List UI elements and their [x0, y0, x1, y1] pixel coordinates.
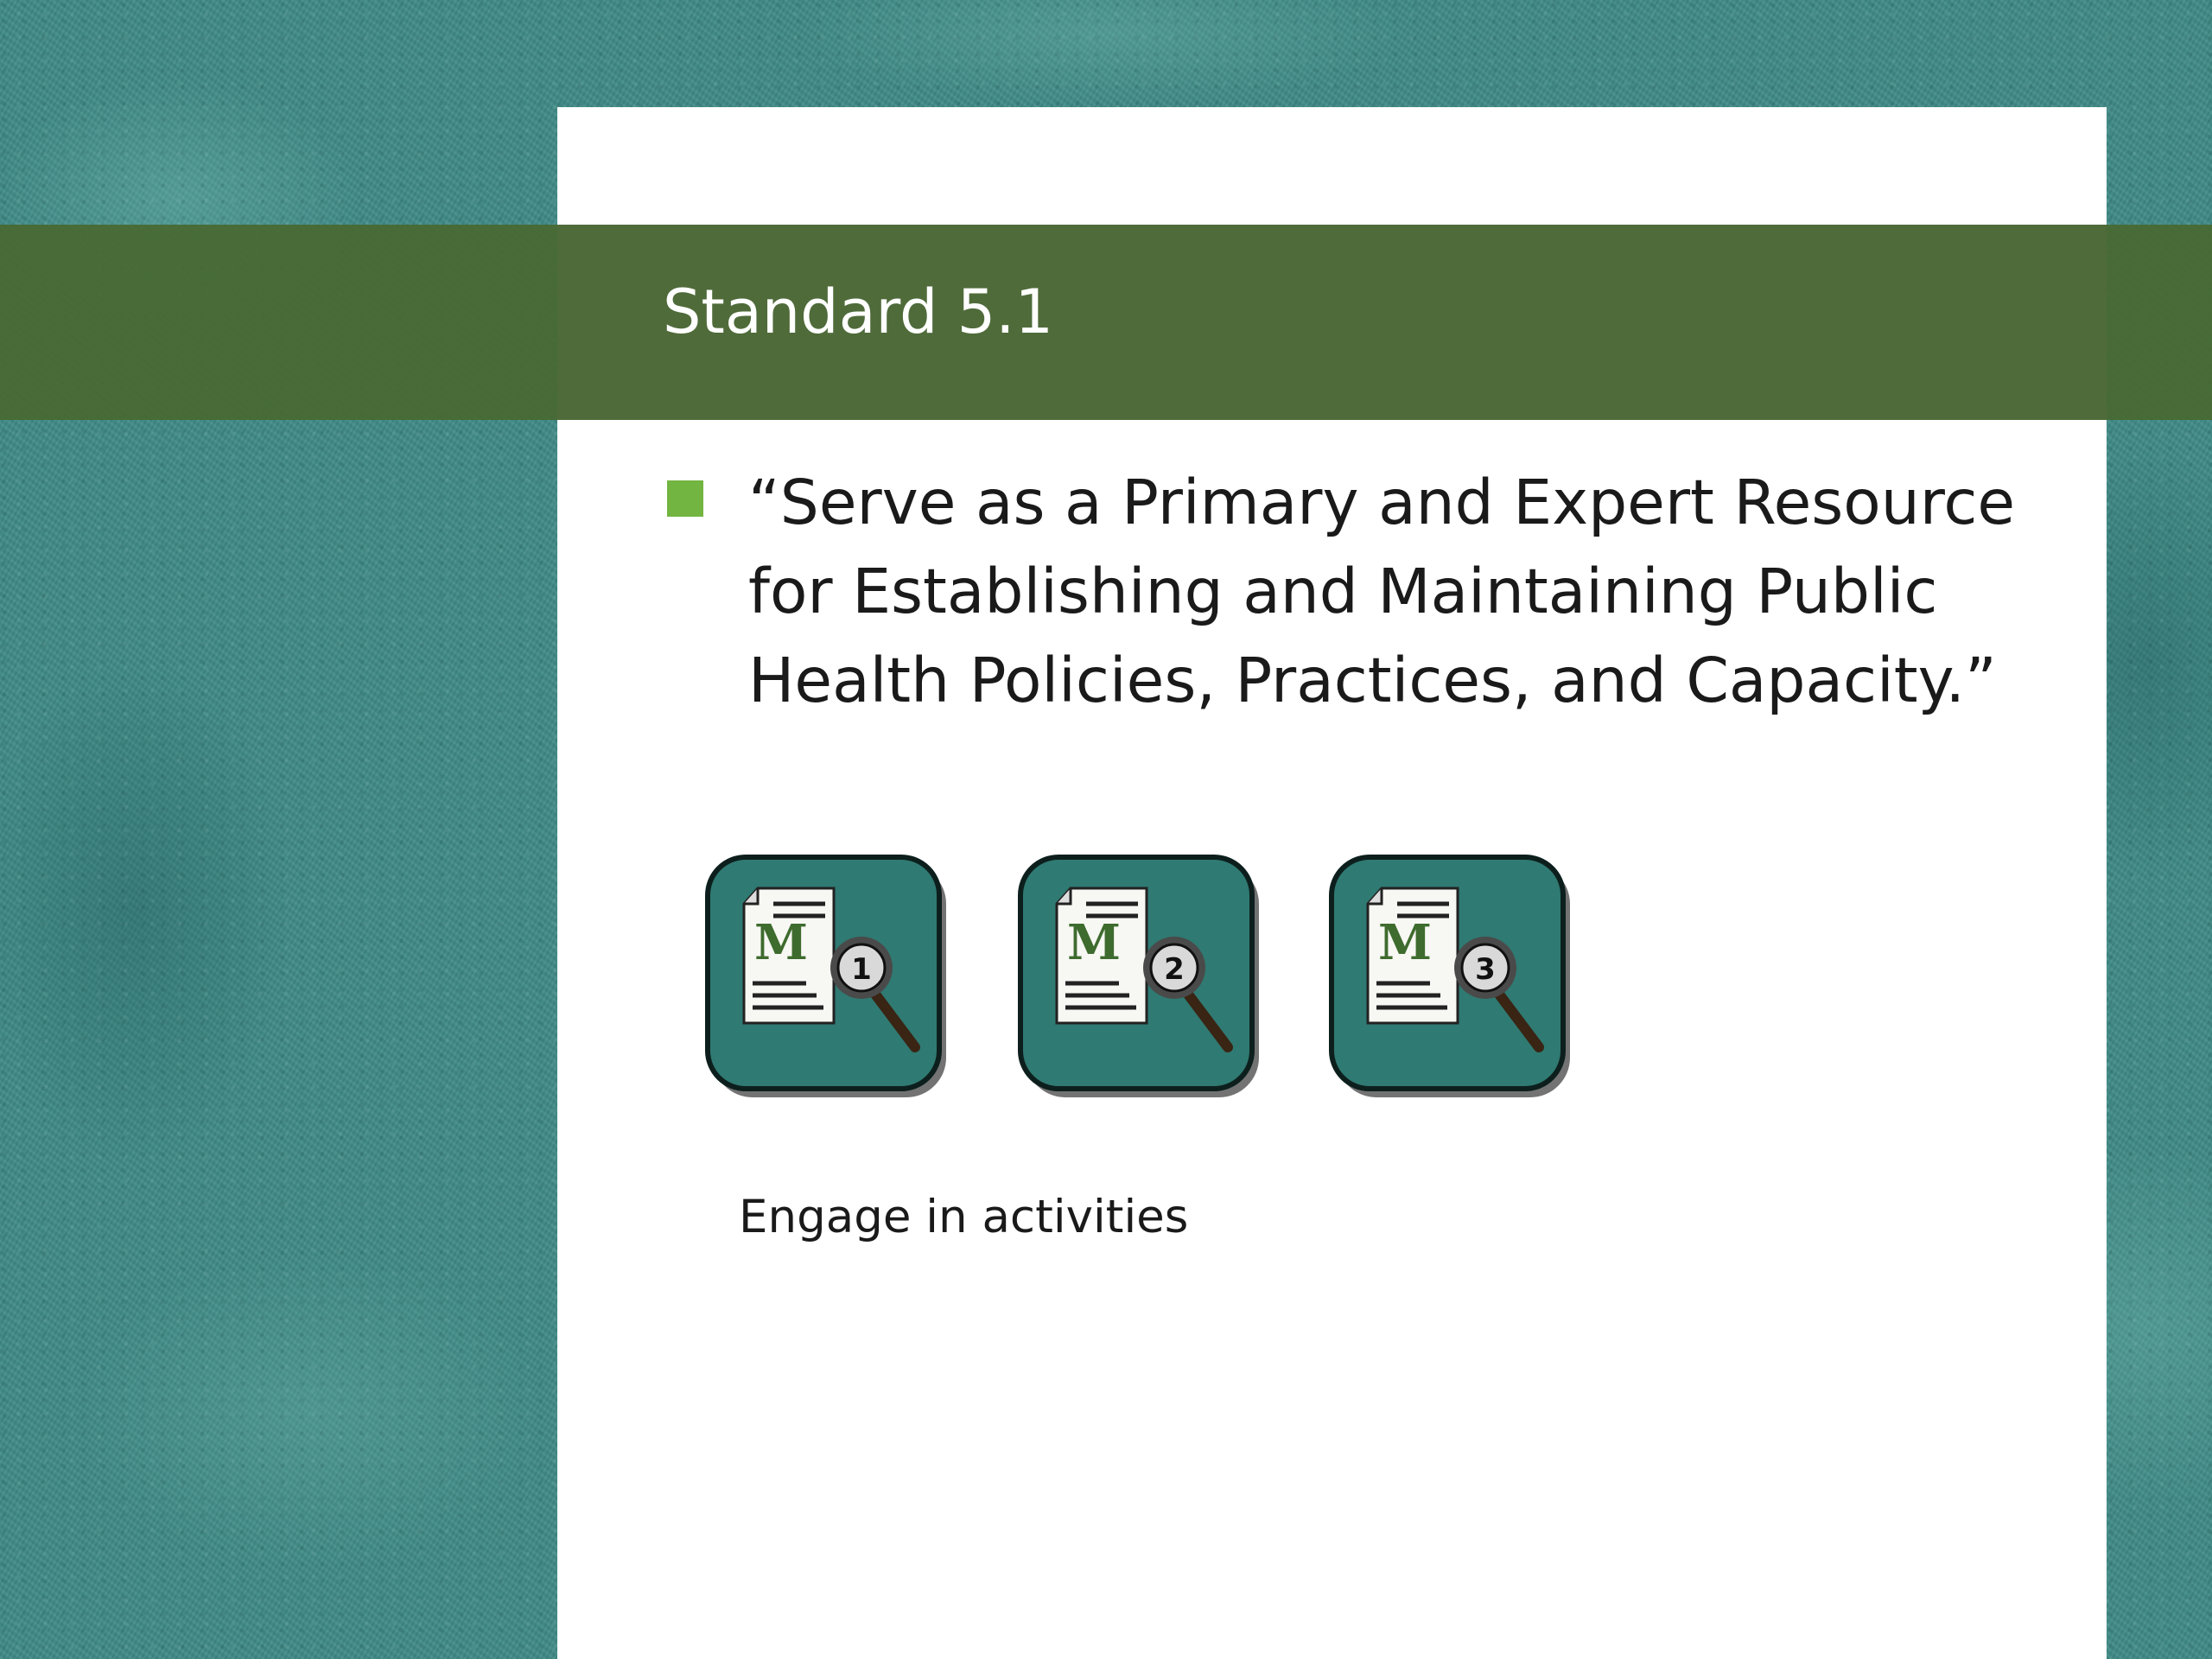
module-2-icon[interactable]: M 2 [1017, 854, 1262, 1099]
module-number: 2 [1164, 952, 1185, 987]
module-1-icon[interactable]: M 1 [704, 854, 950, 1099]
slide-title: Standard 5.1 [663, 276, 1054, 347]
module-number: 1 [851, 952, 872, 987]
bullet-square-icon [667, 480, 703, 517]
module-letter: M [754, 914, 808, 971]
title-band [0, 225, 2212, 420]
module-number: 3 [1475, 952, 1496, 987]
module-letter: M [1067, 914, 1121, 971]
module-icon-row: M 1 M 2 M 3 [704, 854, 1570, 1104]
bullet-text: “Serve as a Primary and Expert Resource … [748, 467, 2016, 716]
module-3-icon[interactable]: M 3 [1328, 854, 1573, 1099]
module-letter: M [1378, 914, 1432, 971]
engage-label: Engage in activities [739, 1191, 1189, 1243]
